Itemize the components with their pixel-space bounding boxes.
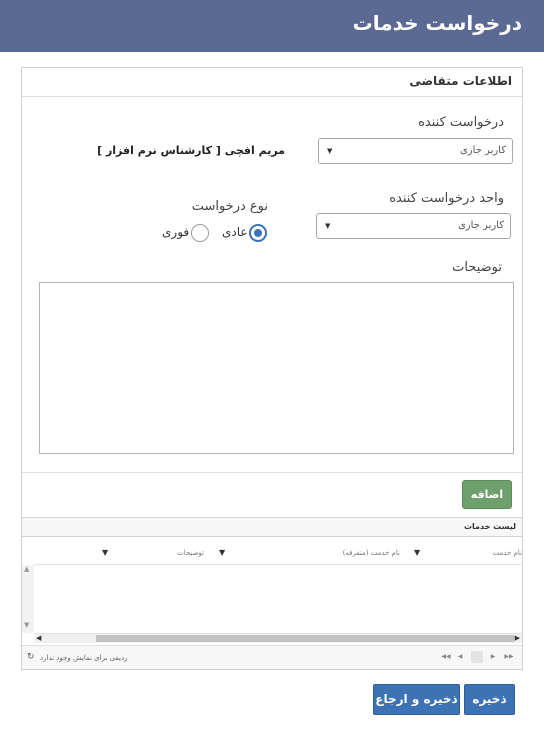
- grid-header-row: نام خدمت ▼ نام خدمت (متفرقه) ▼ توضیحات ▼: [34, 541, 522, 565]
- save-and-refer-button[interactable]: ذخیره و ارجاع: [373, 684, 460, 715]
- pager-first-icon[interactable]: ▶▶: [503, 651, 515, 663]
- vertical-scrollbar[interactable]: ▲ ▼: [22, 565, 34, 633]
- column-header-description[interactable]: توضیحات: [177, 549, 204, 557]
- requester-label: درخواست کننده: [418, 115, 504, 130]
- column-header-misc-service-name[interactable]: نام خدمت (متفرقه): [343, 549, 400, 557]
- panel-heading: اطلاعات متقاضی: [22, 68, 522, 97]
- requester-unit-dropdown[interactable]: کاربر جاری ▼: [316, 213, 511, 239]
- scroll-up-icon[interactable]: ▲: [24, 565, 29, 573]
- grid-title: لیست خدمات: [463, 522, 516, 531]
- description-label: توضیحات: [452, 260, 502, 275]
- request-type-urgent-radio[interactable]: [191, 224, 209, 242]
- refresh-icon[interactable]: ↻: [27, 652, 35, 662]
- horizontal-scrollbar[interactable]: ◀ ▶: [34, 633, 522, 643]
- pager-current-page[interactable]: [471, 651, 483, 663]
- caret-down-icon: ▼: [325, 222, 331, 230]
- filter-icon[interactable]: ▼: [414, 548, 420, 557]
- pager-prev-icon[interactable]: ▶: [487, 651, 499, 663]
- horizontal-scroll-thumb[interactable]: [96, 635, 514, 642]
- panel-heading-text: اطلاعات متقاضی: [409, 74, 512, 88]
- add-button[interactable]: اضافه: [462, 480, 512, 509]
- requester-dropdown[interactable]: کاربر جاری ▼: [318, 138, 513, 164]
- grid-pager: ↻ ردیفی برای نمایش وجود ندارد ◀◀ ◀ ▶ ▶▶: [22, 645, 522, 669]
- requester-unit-dropdown-value: کاربر جاری: [457, 220, 504, 231]
- pager-status: ردیفی برای نمایش وجود ندارد: [40, 654, 128, 662]
- pager-last-icon[interactable]: ◀◀: [440, 651, 452, 663]
- scroll-left-icon[interactable]: ◀: [36, 634, 41, 642]
- requester-dropdown-value: کاربر جاری: [459, 145, 506, 156]
- request-type-urgent-label: فوری: [162, 225, 190, 239]
- save-button[interactable]: ذخیره: [464, 684, 515, 715]
- page-header: درخواست خدمات: [0, 0, 544, 52]
- column-header-service-name[interactable]: نام خدمت: [493, 549, 522, 557]
- requester-unit-label: واحد درخواست کننده: [389, 191, 504, 206]
- description-textarea[interactable]: [39, 282, 514, 454]
- page-title: درخواست خدمات: [352, 11, 522, 35]
- scroll-right-icon[interactable]: ▶: [515, 634, 520, 642]
- pager-next-icon[interactable]: ◀: [454, 651, 466, 663]
- grid-title-bar: لیست خدمات: [22, 517, 522, 537]
- requester-name: مریم افچی [ کارشناس نرم افزار ]: [97, 144, 285, 157]
- request-type-normal-label: عادی: [222, 225, 248, 239]
- filter-icon[interactable]: ▼: [102, 548, 108, 557]
- request-type-normal-radio[interactable]: [249, 224, 267, 242]
- filter-icon[interactable]: ▼: [219, 548, 225, 557]
- requester-info-panel: اطلاعات متقاضی درخواست کننده کاربر جاری …: [21, 67, 523, 670]
- request-type-label: نوع درخواست: [191, 199, 268, 214]
- divider: [22, 472, 522, 473]
- scroll-down-icon[interactable]: ▼: [24, 621, 29, 629]
- caret-down-icon: ▼: [327, 147, 333, 155]
